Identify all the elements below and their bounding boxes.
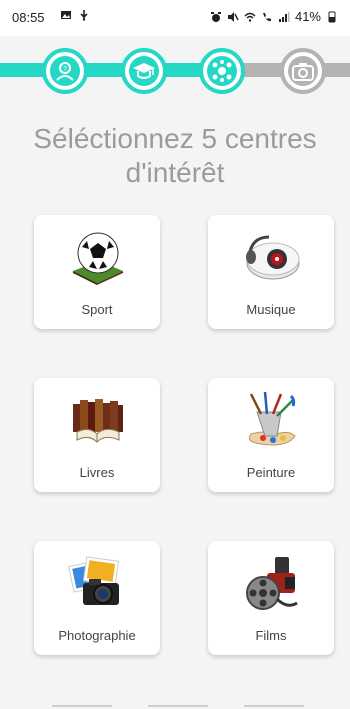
- battery-percent: 41%: [294, 9, 321, 24]
- paint-brushes-icon: [248, 391, 296, 446]
- gallery-icon: [61, 11, 71, 19]
- step-profile[interactable]: ?: [42, 48, 88, 94]
- alarm-icon: [210, 11, 221, 22]
- camera-icon: [288, 56, 318, 86]
- interest-label: Photographie: [58, 628, 136, 643]
- interest-label: Sport: [81, 302, 113, 317]
- interest-label: Livres: [79, 465, 115, 480]
- wifi-icon: [244, 12, 256, 22]
- graduation-cap-icon: [129, 56, 159, 86]
- status-bar: 08:55 41%: [0, 0, 350, 36]
- page-title: Séléctionnez 5 centres d'intérêt: [33, 123, 317, 188]
- interest-card-films[interactable]: Films: [208, 541, 334, 655]
- interest-label: Films: [255, 628, 287, 643]
- interest-label: Musique: [246, 302, 296, 317]
- mute-icon: [227, 11, 239, 22]
- usb-icon: [80, 10, 88, 21]
- svg-text:?: ?: [63, 66, 67, 73]
- interest-card-photographie[interactable]: Photographie: [34, 541, 160, 655]
- battery-icon: [328, 11, 336, 22]
- status-time: 08:55: [12, 10, 45, 25]
- interest-card-peinture[interactable]: Peinture: [208, 378, 334, 492]
- interests-icon: [207, 56, 237, 86]
- profile-icon: ?: [50, 56, 80, 86]
- photo-camera-icon: [68, 556, 120, 605]
- onboarding-progress: ?: [0, 36, 350, 108]
- step-education[interactable]: [121, 48, 167, 94]
- interest-card-sport[interactable]: Sport: [34, 215, 160, 329]
- books-icon: [73, 399, 123, 443]
- step-interests[interactable]: [199, 48, 245, 94]
- interest-card-musique[interactable]: Musique: [208, 215, 334, 329]
- speaker-icon: [246, 235, 300, 280]
- film-reel-icon: [246, 557, 298, 610]
- bottom-tab-indicator: [244, 705, 304, 707]
- interest-label: Peinture: [246, 465, 296, 480]
- bottom-tab-indicator: [52, 705, 112, 707]
- call-icon: [262, 12, 271, 21]
- bottom-tab-indicator: [148, 705, 208, 707]
- step-photo[interactable]: [280, 48, 326, 94]
- interest-card-livres[interactable]: Livres: [34, 378, 160, 492]
- progress-track-done: [0, 63, 222, 77]
- signal-icon: [278, 11, 290, 22]
- soccer-ball-icon: [73, 232, 123, 285]
- bottom-bar: [0, 687, 350, 709]
